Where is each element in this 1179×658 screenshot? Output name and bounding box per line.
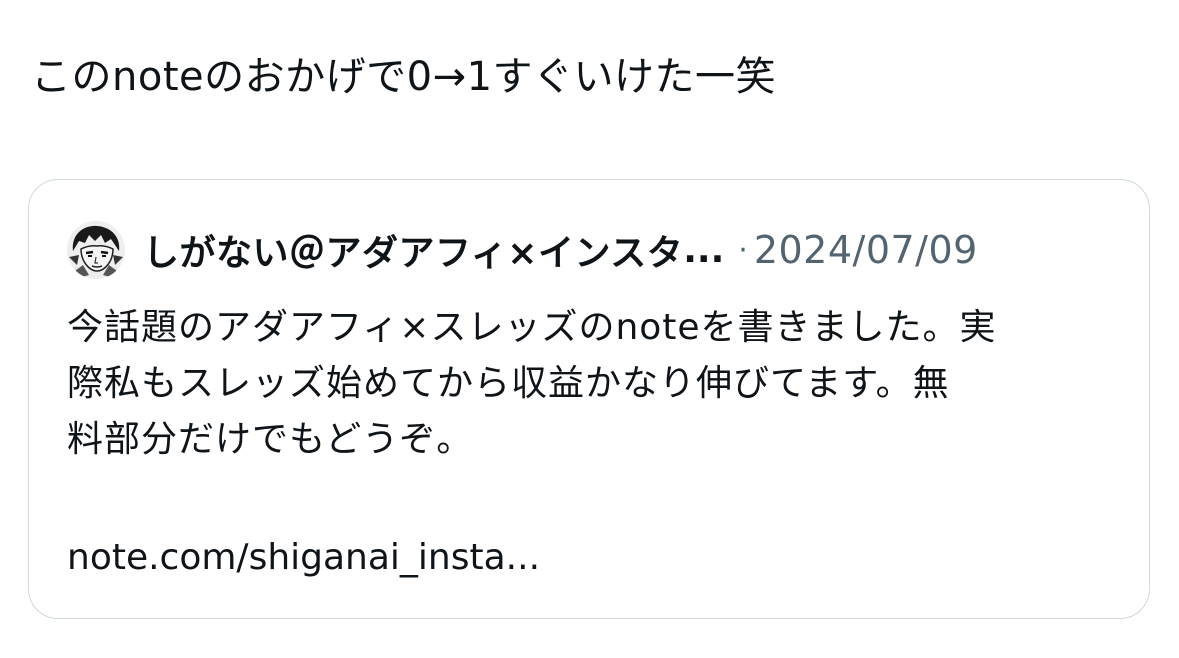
author-avatar[interactable] <box>67 221 125 279</box>
quoted-post-card[interactable]: しがない＠アダアフィ×インスタ ... · 2024/07/09 今話題のアダア… <box>28 179 1150 619</box>
body-line: 今話題のアダアフィ×スレッズのnoteを書きました。実 <box>67 307 997 348</box>
body-line: 際私もスレッズ始めてから収益かなり伸びてます。無 <box>67 363 950 404</box>
avatar-illustration-icon <box>67 221 125 279</box>
note-link[interactable]: note.com/shiganai_insta... <box>67 530 540 586</box>
quoted-post-header: しがない＠アダアフィ×インスタ ... · 2024/07/09 <box>67 220 978 280</box>
header-separator: · <box>738 232 748 268</box>
body-line: 料部分だけでもどうぞ。 <box>67 419 474 460</box>
tweet-text: このnoteのおかげで0→1すぐいけた一笑 <box>31 54 777 100</box>
author-name-truncation: ... <box>683 229 725 271</box>
author-name[interactable]: しがない＠アダアフィ×インスタ <box>143 224 683 276</box>
quoted-post-body: 今話題のアダアフィ×スレッズのnoteを書きました。実 際私もスレッズ始めてから… <box>67 300 1127 468</box>
post-date[interactable]: 2024/07/09 <box>754 228 978 272</box>
